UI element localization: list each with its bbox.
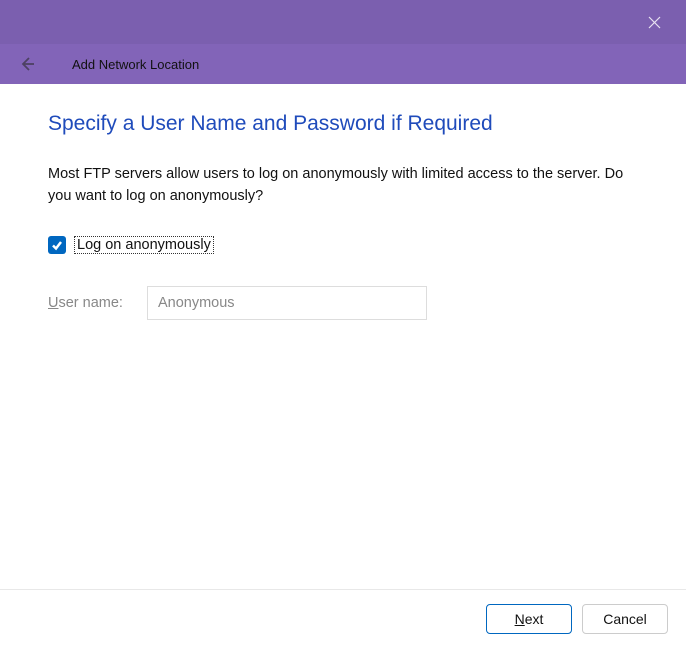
username-row: User name: <box>48 286 638 320</box>
back-button[interactable] <box>18 55 36 73</box>
page-description: Most FTP servers allow users to log on a… <box>48 164 638 208</box>
page-title: Specify a User Name and Password if Requ… <box>48 112 638 136</box>
titlebar <box>0 0 686 44</box>
username-label: User name: <box>48 295 123 311</box>
back-arrow-icon <box>18 55 36 73</box>
checkmark-icon <box>51 239 63 251</box>
wizard-title: Add Network Location <box>72 57 199 72</box>
content-area: Specify a User Name and Password if Requ… <box>0 84 686 589</box>
close-button[interactable] <box>632 0 676 44</box>
username-input[interactable] <box>147 286 427 320</box>
anonymous-checkbox-row: Log on anonymously <box>48 236 638 254</box>
next-button[interactable]: Next <box>486 604 572 634</box>
wizard-header: Add Network Location <box>0 44 686 84</box>
close-icon <box>648 16 661 29</box>
wizard-footer: Next Cancel <box>0 589 686 647</box>
anonymous-checkbox[interactable] <box>48 236 66 254</box>
anonymous-checkbox-label[interactable]: Log on anonymously <box>74 236 214 254</box>
cancel-button[interactable]: Cancel <box>582 604 668 634</box>
